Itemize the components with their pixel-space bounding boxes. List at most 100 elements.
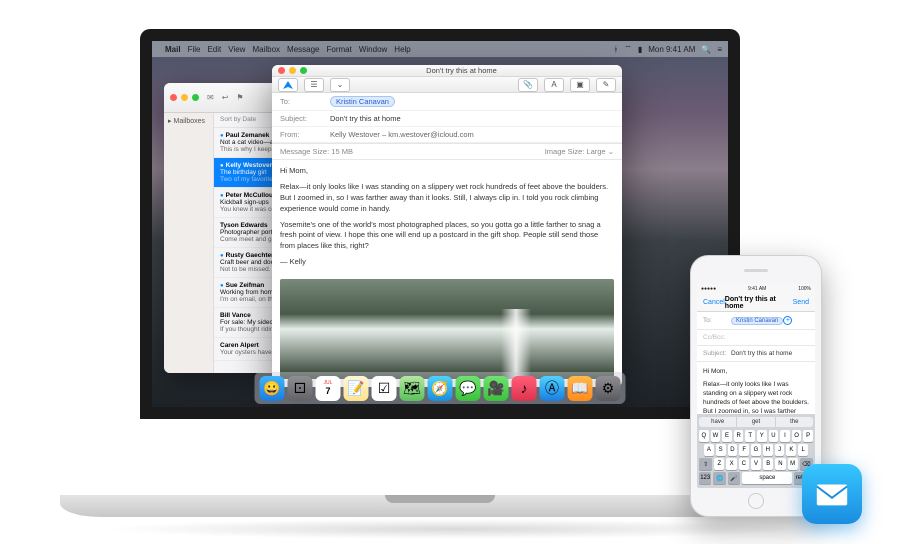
letter-key[interactable]: E	[722, 430, 732, 442]
image-size-select[interactable]: Large	[586, 147, 605, 156]
battery-icon[interactable]: ▮	[638, 45, 642, 54]
letter-key[interactable]: P	[803, 430, 813, 442]
letter-key[interactable]: B	[763, 458, 773, 470]
letter-key[interactable]: G	[751, 444, 761, 456]
dock-sysprefs[interactable]: ⚙	[596, 376, 621, 401]
subject-field[interactable]: Subject:Don't try this at home	[697, 346, 815, 362]
sidebar-mailboxes[interactable]: Mailboxes	[174, 118, 206, 125]
letter-key[interactable]: T	[745, 430, 755, 442]
subject-field[interactable]: Subject:Don't try this at home	[272, 111, 622, 127]
wifi-icon[interactable]: ⌔	[624, 44, 632, 54]
letter-key[interactable]: Z	[714, 458, 724, 470]
menubar-mailbox[interactable]: Mailbox	[252, 45, 280, 54]
send-button[interactable]	[278, 78, 298, 92]
mailbox-sidebar[interactable]: ▸Mailboxes	[164, 113, 214, 373]
dock-ibooks[interactable]: 📖	[568, 376, 593, 401]
shift-key[interactable]: ⇧	[699, 458, 712, 470]
menubar-help[interactable]: Help	[394, 45, 410, 54]
dock-appstore[interactable]: Ⓐ	[540, 376, 565, 401]
cancel-button[interactable]: Cancel	[703, 299, 725, 306]
menubar-window[interactable]: Window	[359, 45, 387, 54]
letter-key[interactable]: D	[728, 444, 738, 456]
menubar-file[interactable]: File	[188, 45, 201, 54]
letter-key[interactable]: L	[798, 444, 808, 456]
dock-calendar[interactable]: JUL7	[316, 376, 341, 401]
dock-launchpad[interactable]: ⚀	[288, 376, 313, 401]
letter-key[interactable]: Q	[699, 430, 709, 442]
compose-window: Don't try this at home ☰ ⌄ 📎 A ▣ ✎ To:Kr…	[272, 65, 622, 387]
close-button[interactable]	[278, 67, 285, 74]
menubar-edit[interactable]: Edit	[207, 45, 221, 54]
photo-browser-button[interactable]: ▣	[570, 78, 590, 92]
numbers-key[interactable]: 123	[699, 472, 711, 484]
letter-key[interactable]: M	[788, 458, 798, 470]
dock-reminders[interactable]: ☑	[372, 376, 397, 401]
dock-itunes[interactable]: ♪	[512, 376, 537, 401]
zoom-button[interactable]	[192, 94, 199, 101]
dock-finder[interactable]: 😀	[260, 376, 285, 401]
ccbcc-field[interactable]: Cc/Bcc:	[697, 330, 815, 346]
window-title: Don't try this at home	[307, 66, 616, 75]
globe-key[interactable]: 🌐	[713, 472, 725, 484]
letter-key[interactable]: O	[792, 430, 802, 442]
letter-key[interactable]: J	[775, 444, 785, 456]
status-bar: ●●●●● 9:41 AM 100%	[697, 284, 815, 294]
letter-key[interactable]: U	[769, 430, 779, 442]
attach-button[interactable]: 📎	[518, 78, 538, 92]
add-recipient-button[interactable]: +	[783, 316, 792, 325]
letter-key[interactable]: V	[751, 458, 761, 470]
dock-safari[interactable]: 🧭	[428, 376, 453, 401]
bluetooth-icon[interactable]: ᚼ	[613, 45, 618, 54]
menubar-format[interactable]: Format	[327, 45, 352, 54]
letter-key[interactable]: C	[739, 458, 749, 470]
message-body[interactable]: Hi Mom, Relax—it only looks like I was s…	[697, 362, 815, 414]
to-field[interactable]: To:Kristin Canavan+	[697, 312, 815, 330]
header-fields-button[interactable]: ☰	[304, 78, 324, 92]
dock-facetime[interactable]: 🎥	[484, 376, 509, 401]
dock-messages[interactable]: 💬	[456, 376, 481, 401]
suggestion[interactable]: get	[737, 417, 775, 427]
letter-key[interactable]: S	[716, 444, 726, 456]
attached-image[interactable]	[280, 279, 614, 379]
send-button[interactable]: Send	[793, 299, 809, 306]
compose-icon[interactable]: ✉	[207, 93, 214, 102]
chevron-down-icon: ⌄	[608, 147, 614, 156]
suggestion[interactable]: have	[699, 417, 737, 427]
letter-key[interactable]: X	[726, 458, 736, 470]
letter-key[interactable]: N	[775, 458, 785, 470]
letter-key[interactable]: I	[780, 430, 790, 442]
dock-maps[interactable]: 🗺	[400, 376, 425, 401]
letter-key[interactable]: K	[786, 444, 796, 456]
from-field[interactable]: From:Kelly Westover – km.westover@icloud…	[272, 127, 622, 143]
message-body[interactable]: Hi Mom, Relax—it only looks like I was s…	[272, 160, 622, 279]
menubar-clock[interactable]: Mon 9:41 AM	[648, 45, 695, 54]
zoom-button[interactable]	[300, 67, 307, 74]
recipient-pill[interactable]: Kristin Canavan	[330, 96, 395, 107]
menubar-app[interactable]: Mail	[165, 45, 181, 54]
mic-key[interactable]: 🎤	[728, 472, 740, 484]
letter-key[interactable]: R	[734, 430, 744, 442]
menubar-message[interactable]: Message	[287, 45, 319, 54]
letter-key[interactable]: H	[763, 444, 773, 456]
recipient-pill[interactable]: Kristin Canavan	[731, 317, 783, 325]
suggestion[interactable]: the	[776, 417, 813, 427]
spotlight-icon[interactable]: 🔍	[701, 45, 711, 54]
minimize-button[interactable]	[289, 67, 296, 74]
to-field[interactable]: To:Kristin Canavan	[272, 93, 622, 111]
minimize-button[interactable]	[181, 94, 188, 101]
flag-icon[interactable]: ⚑	[236, 93, 243, 102]
space-key[interactable]: space	[742, 472, 792, 484]
chevron-down-icon[interactable]: ⌄	[330, 78, 350, 92]
letter-key[interactable]: Y	[757, 430, 767, 442]
letter-key[interactable]: W	[711, 430, 721, 442]
close-button[interactable]	[170, 94, 177, 101]
format-button[interactable]: A	[544, 78, 564, 92]
letter-key[interactable]: F	[739, 444, 749, 456]
notification-center-icon[interactable]: ≡	[717, 45, 722, 54]
reply-icon[interactable]: ↩	[222, 93, 229, 102]
menubar-view[interactable]: View	[228, 45, 245, 54]
dock-notes[interactable]: 📝	[344, 376, 369, 401]
markup-button[interactable]: ✎	[596, 78, 616, 92]
home-button[interactable]	[748, 493, 764, 509]
letter-key[interactable]: A	[704, 444, 714, 456]
